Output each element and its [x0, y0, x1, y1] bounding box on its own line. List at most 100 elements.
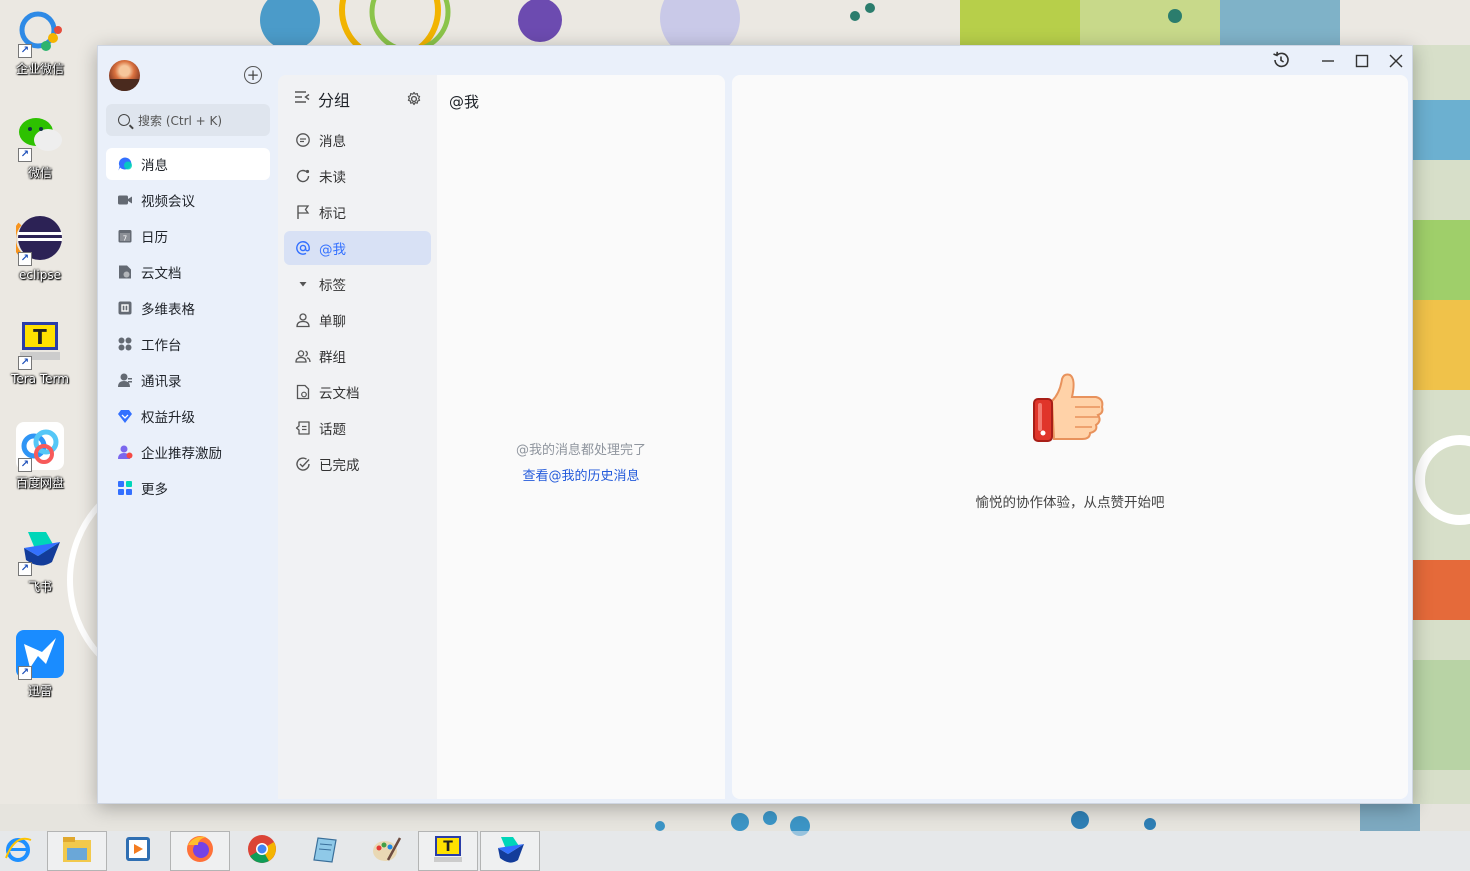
nav-item-contacts[interactable]: 通讯录: [106, 364, 270, 396]
nav-item-cloud-docs[interactable]: 云文档: [106, 256, 270, 288]
maximize-button[interactable]: [1347, 48, 1377, 76]
nav-item-referral[interactable]: 企业推荐激励: [106, 436, 270, 468]
group-panel: 分组 消息 未读 标记 @我 标签 单聊 群组 云文档 话题 已完成: [278, 75, 437, 799]
avatar[interactable]: [109, 60, 140, 91]
minimize-icon: [1321, 53, 1335, 72]
nav-item-label: 云文档: [141, 266, 182, 282]
message-list-panel: @我 @我的消息都处理完了 查看@我的历史消息: [437, 75, 725, 799]
group-panel-header: 分组: [278, 75, 437, 123]
referral-icon: [117, 444, 133, 460]
search-icon: [118, 114, 130, 126]
close-button[interactable]: [1381, 48, 1411, 76]
group-item-label: 标记: [319, 206, 346, 222]
nav-item-label: 日历: [141, 230, 168, 246]
gear-icon[interactable]: [406, 91, 422, 111]
desktop-icon-wecom[interactable]: ↗ 企业微信: [6, 8, 74, 77]
empty-tip-text: 愉悦的协作体验，从点赞开始吧: [975, 495, 1165, 511]
desktop-icon-wechat[interactable]: ↗ 微信: [6, 112, 74, 181]
workplace-icon: [117, 336, 133, 352]
desktop-icon-label: eclipse: [19, 268, 61, 282]
group-item-label: 未读: [319, 170, 346, 186]
group-item-messages[interactable]: 消息: [284, 123, 431, 157]
create-button[interactable]: +: [244, 66, 262, 84]
group-item-tags[interactable]: 标签: [284, 267, 431, 301]
taskbar-file-explorer[interactable]: [47, 831, 107, 871]
nav-item-bitable[interactable]: 多维表格: [106, 292, 270, 324]
desktop-icon-label: 百度网盘: [15, 476, 64, 490]
taskbar-firefox[interactable]: [170, 831, 230, 871]
cloud-doc-icon: [117, 264, 133, 280]
firefox-icon: [184, 833, 216, 869]
notepad-icon: [309, 834, 339, 868]
teraterm-icon: T: [432, 834, 464, 868]
search-input[interactable]: 搜索 (Ctrl + K): [106, 104, 270, 136]
diamond-icon: [117, 408, 133, 424]
group-item-label: @我: [319, 242, 346, 258]
nav-item-label: 多维表格: [141, 302, 195, 318]
plus-icon: +: [246, 65, 260, 84]
nav-item-label: 工作台: [141, 338, 182, 354]
topic-icon: [295, 420, 311, 436]
nav-item-label: 权益升级: [141, 410, 195, 426]
eclipse-icon: ↗: [12, 216, 64, 266]
mention-history-link[interactable]: 查看@我的历史消息: [437, 465, 725, 484]
group-item-mentions[interactable]: @我: [284, 231, 431, 265]
taskbar-notepad[interactable]: [294, 831, 354, 871]
bitable-icon: [117, 300, 133, 316]
taskbar-chrome[interactable]: [232, 831, 292, 871]
desktop-icon-label: 微信: [27, 166, 52, 180]
wechat-icon: ↗: [16, 112, 64, 162]
group-item-flagged[interactable]: 标记: [284, 195, 431, 229]
desktop-icon-xunlei[interactable]: ↗ 迅雷: [6, 630, 74, 699]
group-item-label: 云文档: [319, 386, 360, 402]
more-apps-icon: [117, 480, 133, 496]
group-item-label: 群组: [319, 350, 346, 366]
nav-item-label: 更多: [141, 482, 168, 498]
minimize-button[interactable]: [1313, 48, 1343, 76]
paint-icon: [370, 834, 402, 868]
taskbar-feishu[interactable]: [480, 831, 540, 871]
nav-item-label: 通讯录: [141, 374, 182, 390]
desktop-icon-feishu[interactable]: ↗ 飞书: [6, 526, 74, 595]
history-button[interactable]: [1266, 48, 1296, 76]
ie-icon: [3, 834, 33, 868]
maximize-icon: [1355, 53, 1369, 72]
group-item-label: 消息: [319, 134, 346, 150]
thumbs-up-icon: [1030, 371, 1106, 451]
group-item-docs[interactable]: 云文档: [284, 375, 431, 409]
history-icon: [1271, 50, 1291, 74]
group-item-groups[interactable]: 群组: [284, 339, 431, 373]
nav-item-workplace[interactable]: 工作台: [106, 328, 270, 360]
nav-item-label: 消息: [141, 158, 168, 174]
nav-item-label: 企业推荐激励: [141, 446, 222, 462]
desktop-icon-teraterm[interactable]: T ↗ Tera Term: [6, 320, 74, 386]
contacts-icon: [117, 372, 133, 388]
nav-item-video-meeting[interactable]: 视频会议: [106, 184, 270, 216]
desktop-icon-eclipse[interactable]: ↗ eclipse: [6, 216, 74, 282]
group-item-topics[interactable]: 话题: [284, 411, 431, 445]
taskbar: T: [0, 831, 1470, 871]
taskbar-paint[interactable]: [356, 831, 416, 871]
xunlei-icon: ↗: [16, 630, 64, 680]
group-item-direct-chats[interactable]: 单聊: [284, 303, 431, 337]
nav-item-upgrade[interactable]: 权益升级: [106, 400, 270, 432]
taskbar-teraterm[interactable]: T: [418, 831, 478, 871]
taskbar-ie[interactable]: [0, 831, 36, 871]
desktop-icon-label: 飞书: [27, 580, 52, 594]
file-explorer-icon: [61, 834, 93, 868]
group-item-unread[interactable]: 未读: [284, 159, 431, 193]
taskbar-media-player[interactable]: [108, 831, 168, 871]
message-list-title: @我: [449, 93, 480, 111]
nav-item-messages[interactable]: 消息: [106, 148, 270, 180]
caret-down-icon: [295, 276, 311, 292]
desktop-icon-baidu-netdisk[interactable]: ↗ 百度网盘: [6, 422, 74, 491]
collapse-groups-icon[interactable]: [294, 89, 310, 109]
close-icon: [1389, 53, 1403, 72]
group-item-done[interactable]: 已完成: [284, 447, 431, 481]
desktop-icon-label: Tera Term: [11, 372, 69, 386]
svg-text:T: T: [33, 325, 47, 349]
group-item-label: 已完成: [319, 458, 360, 474]
nav-item-calendar[interactable]: 7 日历: [106, 220, 270, 252]
feishu-icon: [494, 834, 526, 868]
nav-item-more[interactable]: 更多: [106, 472, 270, 504]
